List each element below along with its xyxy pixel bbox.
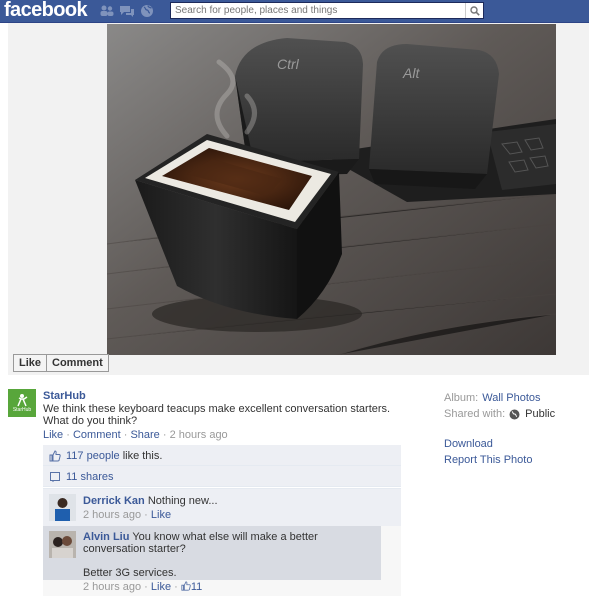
- post-comment-link[interactable]: Comment: [73, 429, 121, 441]
- search-box: [170, 2, 484, 19]
- starhub-avatar-text: StarHub: [12, 407, 32, 413]
- search-icon: [469, 5, 480, 16]
- comment-body: Alvin Liu You know what else will make a…: [83, 531, 373, 555]
- comment-timestamp[interactable]: 2 hours ago: [83, 509, 141, 521]
- post-message: We think these keyboard teacups make exc…: [43, 403, 391, 427]
- comment-meta: 2 hours ago · Like · 11: [83, 581, 203, 593]
- shared-with-row: Shared with: Public: [444, 406, 584, 422]
- privacy-value[interactable]: Public: [525, 408, 555, 420]
- comment-timestamp[interactable]: 2 hours ago: [83, 581, 141, 593]
- likes-count-link[interactable]: 117 people: [66, 450, 120, 462]
- photo-sidebar: Album: Wall Photos Shared with: Public D…: [444, 390, 584, 468]
- commenter-name[interactable]: Derrick Kan: [83, 495, 145, 507]
- photo-comment-button[interactable]: Comment: [46, 355, 108, 371]
- globe-icon: [509, 409, 520, 420]
- comment-item: Derrick Kan Nothing new... 2 hours ago ·…: [43, 488, 401, 526]
- messages-icon[interactable]: [119, 4, 135, 18]
- thumbs-up-icon: [49, 449, 61, 462]
- thumbs-up-icon: [181, 581, 191, 591]
- post-actions: Like · Comment · Share · 2 hours ago: [43, 429, 228, 441]
- facebook-logo[interactable]: facebook: [4, 0, 88, 22]
- share-icon: [49, 471, 61, 483]
- alt-key-label: Alt: [402, 65, 420, 81]
- comment-text: Nothing new...: [147, 495, 218, 507]
- commenter-avatar[interactable]: [49, 531, 76, 558]
- top-bar: facebook: [0, 0, 589, 23]
- post-share-link[interactable]: Share: [130, 429, 159, 441]
- album-label: Album:: [444, 392, 479, 404]
- album-row: Album: Wall Photos: [444, 390, 584, 406]
- notifications-globe-icon[interactable]: [139, 4, 155, 18]
- post-timestamp[interactable]: 2 hours ago: [170, 429, 228, 441]
- post-like-link[interactable]: Like: [43, 429, 63, 441]
- separator: ·: [120, 429, 131, 441]
- separator: ·: [63, 429, 73, 441]
- commenter-avatar[interactable]: [49, 494, 76, 521]
- search-input[interactable]: [171, 3, 461, 18]
- keyboard-teacup-photo[interactable]: Ctrl Alt: [107, 24, 556, 355]
- report-photo-link[interactable]: Report This Photo: [444, 452, 584, 468]
- shares-row: 11 shares: [43, 466, 401, 487]
- likes-suffix: like this.: [122, 449, 163, 462]
- comment-like-link[interactable]: Like: [151, 581, 171, 593]
- comment-like-count[interactable]: 11: [181, 581, 202, 593]
- starhub-avatar[interactable]: StarHub: [8, 389, 36, 417]
- comment-meta: 2 hours ago · Like: [83, 509, 172, 521]
- friend-requests-icon[interactable]: [99, 4, 115, 18]
- separator: ·: [159, 429, 170, 441]
- shares-count-link[interactable]: 11 shares: [66, 471, 114, 483]
- comment-like-link[interactable]: Like: [151, 509, 171, 521]
- album-link[interactable]: Wall Photos: [482, 392, 540, 404]
- ctrl-key-label: Ctrl: [277, 56, 300, 72]
- photo-like-button[interactable]: Like: [14, 355, 46, 371]
- likes-row: 117 people like this.: [43, 445, 401, 466]
- feedback-box: 117 people like this. 11 shares: [43, 445, 401, 487]
- comment-text-second-line: Better 3G services.: [83, 567, 177, 579]
- download-link[interactable]: Download: [444, 436, 584, 452]
- jewel-bar: [99, 4, 155, 18]
- starhub-logo-icon: [17, 394, 28, 407]
- comment-item: Alvin Liu You know what else will make a…: [43, 526, 401, 596]
- photo-action-bar: Like Comment: [13, 354, 109, 372]
- post-author[interactable]: StarHub: [43, 390, 86, 402]
- comment-body: Derrick Kan Nothing new...: [83, 495, 373, 507]
- search-button[interactable]: [465, 3, 483, 18]
- shared-with-label: Shared with:: [444, 408, 506, 420]
- commenter-name[interactable]: Alvin Liu: [83, 531, 129, 543]
- comment-like-count-value: 11: [190, 581, 203, 593]
